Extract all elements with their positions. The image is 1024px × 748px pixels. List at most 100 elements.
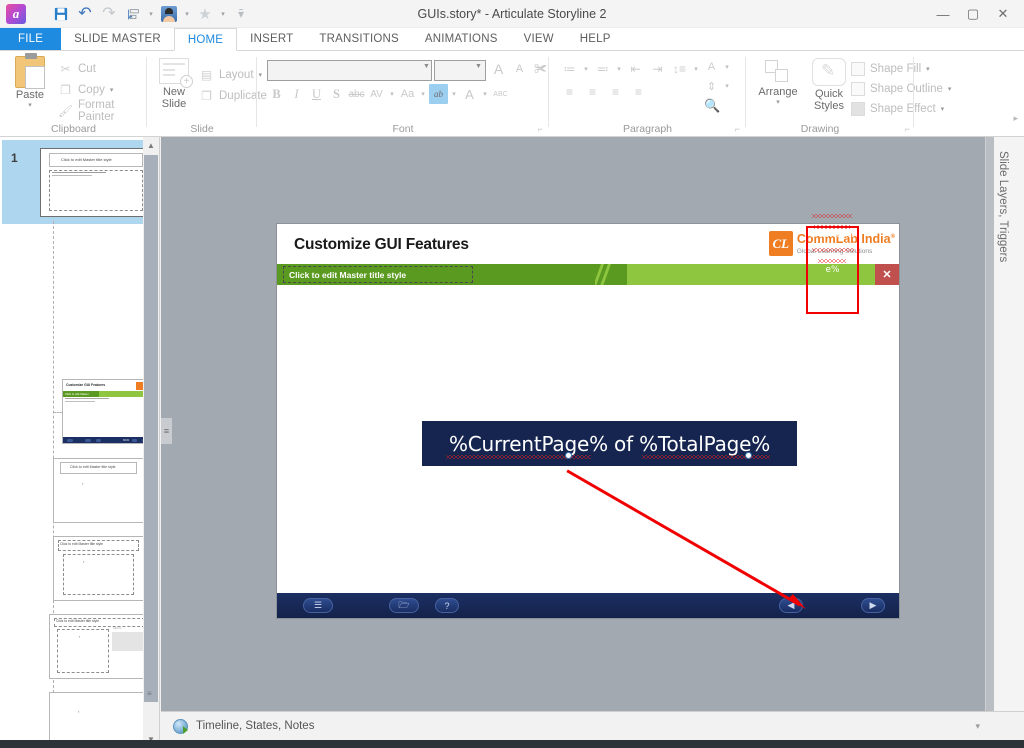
- copy-caret-icon[interactable]: ▾: [110, 86, 114, 94]
- align-text-icon[interactable]: ⇕: [701, 76, 722, 96]
- numbering-caret-icon[interactable]: ▾: [614, 59, 624, 79]
- change-case-icon[interactable]: Aa: [398, 84, 417, 104]
- align-icon[interactable]: [122, 2, 144, 26]
- player-caret-icon[interactable]: ▾: [182, 2, 192, 26]
- shape-effect-caret-icon[interactable]: ▾: [941, 105, 945, 113]
- align-right-icon[interactable]: ≡: [605, 82, 626, 102]
- strikethrough-button[interactable]: S: [327, 84, 346, 104]
- bullets-icon[interactable]: ≔: [559, 59, 580, 79]
- character-spacing-icon[interactable]: AV: [367, 84, 386, 104]
- app-icon[interactable]: a: [6, 4, 26, 24]
- bullets-caret-icon[interactable]: ▾: [581, 59, 591, 79]
- pager-textbox-selected[interactable]: %CurrentPage% of %TotalPage%: [806, 214, 859, 314]
- decrease-indent-icon[interactable]: ⇤: [625, 59, 646, 79]
- thumbnail-layout-5[interactable]: Click to edit Master title style ▪ Click…: [49, 614, 150, 679]
- slide-editing-surface[interactable]: Customize GUI Features CL CommLab India®…: [276, 214, 900, 619]
- text-direction-caret-icon[interactable]: ▾: [722, 57, 732, 77]
- italic-button[interactable]: I: [287, 84, 306, 104]
- format-painter-button[interactable]: 🖌 Format Painter: [58, 99, 147, 123]
- new-slide-button[interactable]: + New Slide: [153, 58, 195, 110]
- align-caret-icon[interactable]: ▾: [146, 2, 156, 26]
- save-icon[interactable]: [50, 2, 72, 26]
- scroll-up-arrow-icon[interactable]: ▲: [143, 137, 159, 154]
- font-dialog-launcher[interactable]: ⌐: [538, 124, 543, 134]
- resources-folder-icon[interactable]: 🗁: [389, 598, 419, 613]
- numbering-icon[interactable]: ≕: [592, 59, 613, 79]
- font-color-caret-icon[interactable]: ▾: [480, 84, 490, 104]
- tab-help[interactable]: HELP: [567, 28, 624, 50]
- slide-panel-scrollbar[interactable]: ▲ ≡ ▼: [143, 137, 159, 748]
- tab-insert[interactable]: INSERT: [237, 28, 306, 50]
- tab-file[interactable]: FILE: [0, 28, 62, 50]
- character-spacing-caret-icon[interactable]: ▾: [387, 84, 397, 104]
- player-icon[interactable]: [158, 2, 180, 26]
- drawing-dialog-launcher[interactable]: ⌐: [905, 124, 910, 134]
- shrink-font-icon[interactable]: A: [510, 59, 529, 79]
- thumbnail-layout-2[interactable]: Customize GUI Features Click to edit Mas…: [62, 379, 151, 444]
- right-side-panel[interactable]: Slide Layers, Triggers: [985, 137, 1024, 711]
- font-color-icon[interactable]: A: [460, 84, 479, 104]
- tab-home[interactable]: HOME: [173, 28, 238, 51]
- menu-icon[interactable]: ☰: [303, 598, 333, 613]
- thumbnail-layout-4[interactable]: Click to edit Master title style ▪: [53, 536, 144, 601]
- page-number-textbox[interactable]: %CurrentPage% of %TotalPage%: [422, 421, 797, 466]
- small-caps-button[interactable]: abc: [347, 84, 366, 104]
- text-direction-icon[interactable]: A: [701, 57, 722, 77]
- favorites-star-icon[interactable]: ★: [194, 2, 216, 26]
- thumbnail-master-slide[interactable]: Click to edit Master title style: [40, 148, 152, 217]
- tab-slide-master[interactable]: SLIDE MASTER: [61, 28, 174, 50]
- change-case-caret-icon[interactable]: ▾: [418, 84, 428, 104]
- scroll-thumb[interactable]: [144, 155, 158, 702]
- align-left-icon[interactable]: ≡: [559, 82, 580, 102]
- cut-button[interactable]: ✂ Cut: [58, 58, 147, 79]
- justify-icon[interactable]: ≡: [628, 82, 649, 102]
- favorites-caret-icon[interactable]: ▾: [218, 2, 228, 26]
- text-highlight-icon[interactable]: ab: [429, 84, 448, 104]
- next-arrow-icon[interactable]: ▶: [861, 598, 885, 613]
- font-size-caret-icon[interactable]: ▼: [475, 63, 482, 70]
- tab-transitions[interactable]: TRANSITIONS: [306, 28, 412, 50]
- font-name-caret-icon[interactable]: ▼: [423, 63, 430, 70]
- minimize-button[interactable]: —: [928, 3, 958, 25]
- shape-outline-caret-icon[interactable]: ▾: [948, 85, 952, 93]
- status-bar[interactable]: Timeline, States, Notes ▾: [161, 711, 1024, 740]
- paragraph-dialog-launcher[interactable]: ⌐: [735, 124, 740, 134]
- selection-handle[interactable]: [745, 452, 752, 459]
- arrange-caret-icon[interactable]: ▾: [754, 98, 802, 106]
- help-question-icon[interactable]: ?: [435, 598, 459, 613]
- align-center-icon[interactable]: ≡: [582, 82, 603, 102]
- paste-button[interactable]: Paste ▾: [8, 53, 52, 109]
- font-name-input[interactable]: [267, 60, 432, 81]
- shape-outline-button[interactable]: Shape Outline ▾: [851, 79, 951, 99]
- thumbnail-layout-3[interactable]: Click to edit Master title style ▪: [53, 458, 144, 523]
- undo-icon[interactable]: ↶: [74, 2, 96, 26]
- tab-view[interactable]: VIEW: [511, 28, 567, 50]
- master-title-placeholder[interactable]: Click to edit Master title style: [283, 266, 473, 283]
- bold-button[interactable]: B: [267, 84, 286, 104]
- close-icon[interactable]: ✕: [875, 264, 899, 285]
- align-text-caret-icon[interactable]: ▾: [722, 76, 732, 96]
- tab-animations[interactable]: ANIMATIONS: [412, 28, 511, 50]
- line-spacing-caret-icon[interactable]: ▾: [691, 59, 701, 79]
- find-replace-icon[interactable]: 🔍: [702, 96, 723, 116]
- customize-qat-icon[interactable]: ▾̄: [230, 2, 252, 26]
- ribbon-overflow-icon[interactable]: ▸: [1013, 113, 1018, 124]
- paste-caret-icon[interactable]: ▾: [8, 101, 52, 109]
- close-button[interactable]: ✕: [988, 3, 1018, 25]
- panel-splitter-handle[interactable]: ≡: [161, 418, 172, 444]
- underline-button[interactable]: U: [307, 84, 326, 104]
- status-expand-caret-icon[interactable]: ▾: [975, 721, 980, 732]
- maximize-button[interactable]: ▢: [958, 3, 988, 25]
- line-spacing-icon[interactable]: ↕≡: [669, 59, 690, 79]
- right-panel-label[interactable]: Slide Layers, Triggers: [997, 151, 1009, 262]
- shape-fill-button[interactable]: Shape Fill ▾: [851, 59, 951, 79]
- shape-effect-button[interactable]: Shape Effect ▾: [851, 99, 951, 119]
- copy-button[interactable]: ❐ Copy ▾: [58, 79, 147, 100]
- status-bar-label[interactable]: Timeline, States, Notes: [196, 720, 314, 732]
- redo-icon[interactable]: ↷: [98, 2, 120, 26]
- slide-canvas[interactable]: Customize GUI Features CL CommLab India®…: [161, 137, 985, 711]
- arrange-button[interactable]: Arrange ▾: [754, 60, 802, 106]
- text-highlight-caret-icon[interactable]: ▾: [449, 84, 459, 104]
- selection-handle[interactable]: [565, 452, 572, 459]
- increase-indent-icon[interactable]: ⇥: [647, 59, 668, 79]
